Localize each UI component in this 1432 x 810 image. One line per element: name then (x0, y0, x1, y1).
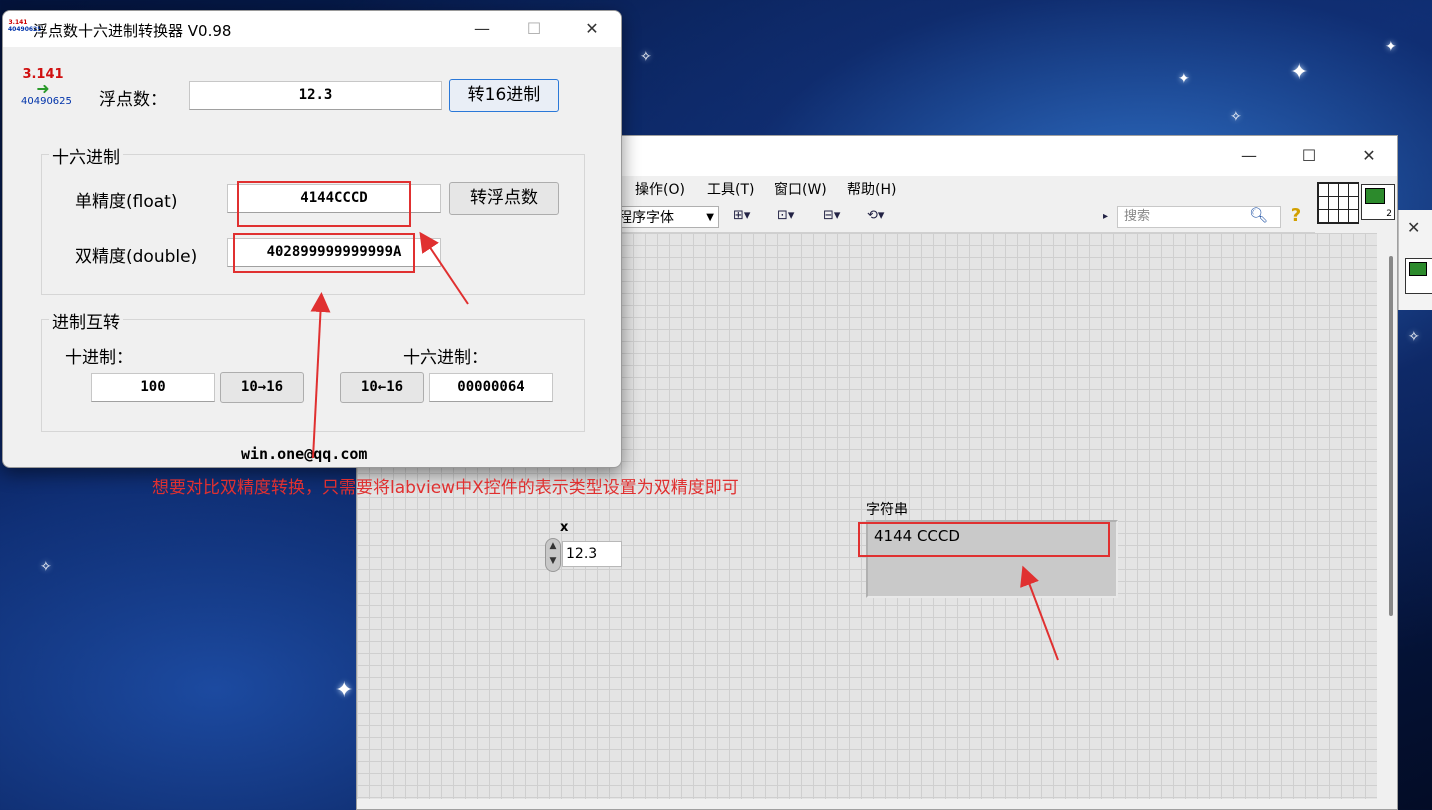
close-button[interactable]: ✕ (1349, 144, 1389, 168)
author-email: win.one@qq.com (241, 445, 368, 463)
x-control-label: x (560, 520, 569, 535)
star-decoration: ✧ (640, 49, 652, 65)
font-select-value: 程序字体 (618, 210, 674, 226)
converter-dialog: 3.141 40490625 浮点数十六进制转换器 V0.98 — ☐ ✕ 3.… (2, 10, 622, 468)
single-precision-label: 单精度(float) (75, 187, 177, 212)
close-button[interactable]: ✕ (569, 17, 615, 41)
decimal-input[interactable]: 100 (91, 373, 215, 402)
maximize-button[interactable]: ☐ (511, 17, 557, 41)
star-decoration: ✧ (40, 559, 52, 575)
vi-icon-screen (1365, 188, 1385, 204)
decimal-label: 十进制： (65, 348, 133, 368)
chevron-down-icon: ▼ (706, 212, 714, 223)
star-decoration: ✦ (335, 678, 354, 703)
hex-input[interactable]: 00000064 (429, 373, 553, 402)
double-precision-label: 双精度(double) (75, 242, 197, 267)
hex-label: 十六进制： (403, 348, 488, 368)
x-numeric-control[interactable]: 12.3 (562, 541, 622, 567)
menu-tools[interactable]: 工具(T) (707, 179, 754, 199)
menu-window[interactable]: 窗口(W) (774, 179, 827, 199)
minimize-button[interactable]: — (459, 17, 505, 41)
app-icon-line2: 40490625 (8, 26, 42, 33)
connector-pane-icon[interactable] (1317, 182, 1359, 224)
vertical-scrollbar[interactable] (1389, 256, 1393, 616)
dialog-titlebar: 3.141 40490625 浮点数十六进制转换器 V0.98 — ☐ ✕ (3, 11, 621, 47)
string-indicator-label: 字符串 (866, 502, 908, 518)
radix-group-title: 进制互转 (49, 308, 123, 333)
maximize-button[interactable]: ☐ (1289, 144, 1329, 168)
float-input[interactable]: 12.3 (189, 81, 442, 110)
annotation-note: 想要对比双精度转换，只需要将labview中X控件的表示类型设置为双精度即可 (152, 478, 739, 498)
labview-bottom-bar (357, 799, 1377, 809)
star-decoration: ✦ (1290, 60, 1309, 85)
search-placeholder: 搜索 (1124, 209, 1151, 224)
arrow-icon: ➜ (36, 79, 50, 98)
reorder-icon[interactable]: ⟲▾ (867, 208, 884, 226)
star-decoration: ✧ (1230, 109, 1242, 125)
resize-icon[interactable]: ⊟▾ (823, 208, 840, 226)
star-decoration: ✧ (1408, 329, 1420, 345)
minimize-button[interactable]: — (1229, 144, 1269, 168)
dec-to-hex-button[interactable]: 10→16 (220, 372, 304, 403)
menu-operate[interactable]: 操作(O) (635, 179, 685, 199)
to-float-button[interactable]: 转浮点数 (449, 182, 559, 215)
x-increment-decrement[interactable]: ▲ ▼ (545, 538, 561, 572)
search-icon[interactable]: 🔍︎ (1249, 206, 1268, 224)
distribute-icon[interactable]: ⊡▾ (777, 208, 794, 226)
vi-icon-number: 2 (1386, 209, 1392, 219)
logo-hex-text: 40490625 (21, 96, 72, 107)
vi-icon[interactable] (1405, 258, 1432, 294)
hex-group-title: 十六进制 (49, 143, 123, 168)
star-decoration: ✦ (1385, 39, 1397, 55)
font-select[interactable]: 程序字体 ▼ (615, 206, 719, 228)
to-hex-button[interactable]: 转16进制 (449, 79, 559, 112)
align-icon[interactable]: ⊞▾ (733, 208, 750, 226)
vi-icon[interactable]: 2 (1361, 184, 1395, 220)
app-logo: 3.141 ➜ 40490625 (21, 67, 72, 111)
help-icon[interactable]: ? (1287, 205, 1305, 227)
star-decoration: ✦ (1178, 71, 1190, 87)
highlight-box-string (858, 522, 1110, 557)
float-label: 浮点数： (99, 90, 167, 110)
highlight-box-single (237, 181, 411, 227)
app-icon: 3.141 40490625 (8, 19, 42, 41)
app-icon-line1: 3.141 (8, 19, 28, 26)
menu-help[interactable]: 帮助(H) (847, 179, 896, 199)
dialog-title: 浮点数十六进制转换器 V0.98 (33, 22, 232, 40)
double-precision-label-text: 双精度(double) (75, 247, 198, 267)
search-toggle-icon[interactable]: ▸ (1103, 211, 1108, 229)
hex-to-dec-button[interactable]: 10←16 (340, 372, 424, 403)
close-icon[interactable]: ✕ (1407, 218, 1420, 237)
highlight-box-double (233, 233, 415, 273)
single-precision-label-text: 单精度(float) (75, 192, 178, 212)
side-window: ✕ (1398, 210, 1432, 310)
